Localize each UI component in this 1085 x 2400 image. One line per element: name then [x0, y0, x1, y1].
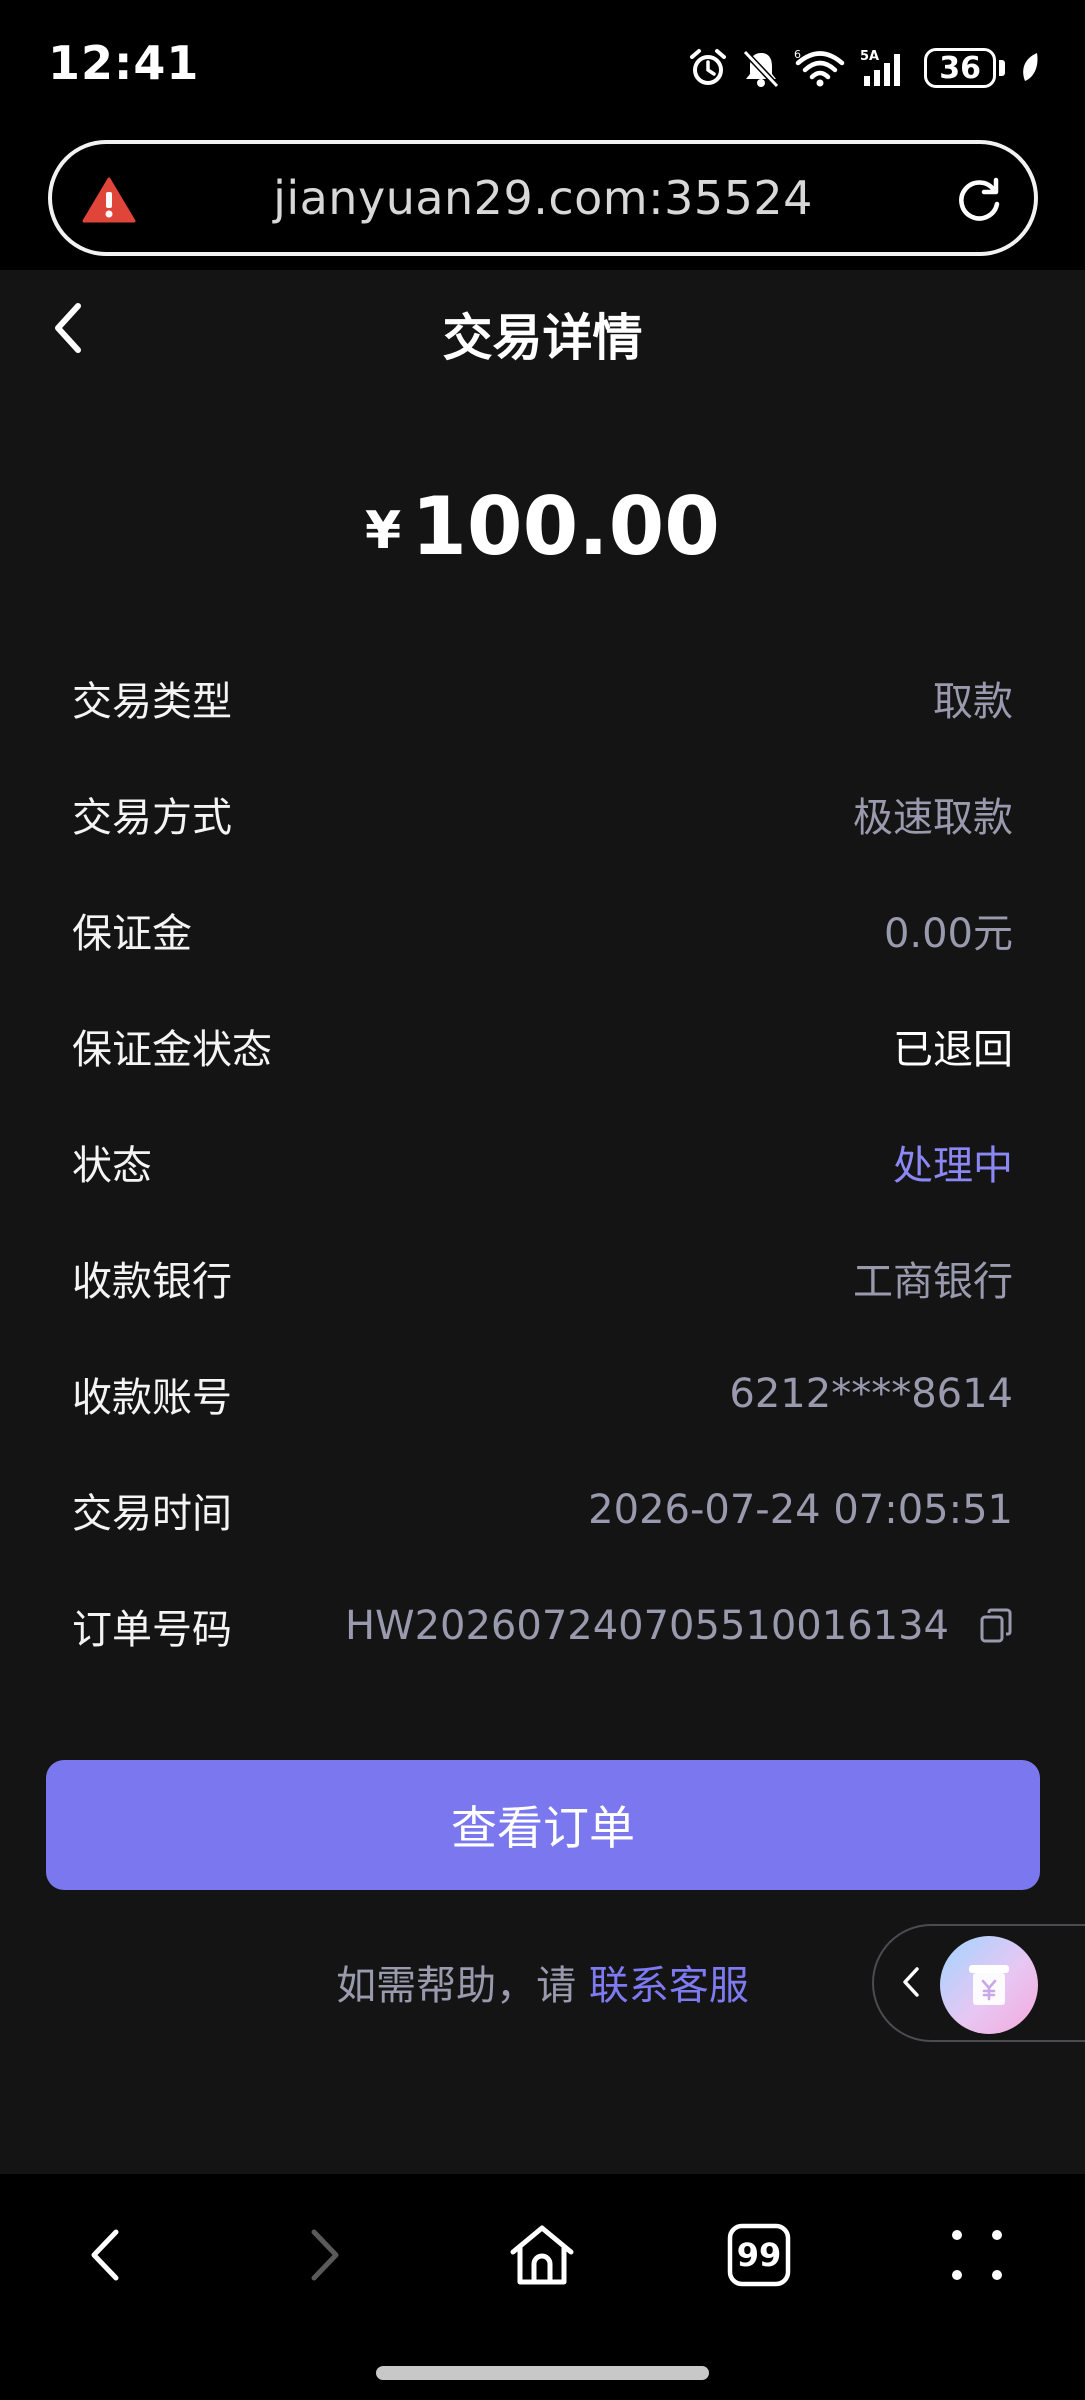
- detail-row-deposit: 保证金 0.00元: [72, 872, 1013, 988]
- menu-dots-icon: [952, 2230, 1002, 2280]
- bell-muted-icon: [743, 49, 780, 88]
- tab-count: 99: [736, 2236, 782, 2274]
- detail-row-type: 交易类型 取款: [72, 640, 1013, 756]
- copy-icon[interactable]: [979, 1608, 1013, 1644]
- detail-label: 保证金: [72, 911, 192, 957]
- order-number-value: HW202607240705510016134: [345, 1603, 1013, 1649]
- detail-value: 极速取款: [853, 795, 1013, 841]
- page-title: 交易详情: [442, 309, 643, 367]
- detail-value: 取款: [933, 679, 1013, 725]
- network-label: 5A: [860, 49, 879, 64]
- detail-label: 收款账号: [72, 1375, 232, 1421]
- status-bar: 12:41 6 5A 36: [0, 0, 1085, 130]
- warning-icon[interactable]: [82, 176, 136, 224]
- amount-display: ¥100.00: [0, 480, 1085, 573]
- home-indicator[interactable]: [376, 2366, 709, 2380]
- detail-label: 收款银行: [72, 1259, 232, 1305]
- contact-support-link[interactable]: 联系客服: [589, 1963, 749, 2009]
- home-icon: [510, 2225, 574, 2285]
- chevron-right-icon: [311, 2229, 339, 2281]
- detail-label: 状态: [72, 1143, 152, 1189]
- detail-row-status: 状态 处理中: [72, 1104, 1013, 1220]
- floating-wallet-widget[interactable]: [872, 1924, 1085, 2042]
- browser-home-button[interactable]: [497, 2210, 587, 2300]
- detail-value: 2026-07-24 07:05:51: [588, 1487, 1013, 1533]
- nav-header: 交易详情: [0, 270, 1085, 392]
- browser-back-button[interactable]: [60, 2210, 150, 2300]
- address-bar[interactable]: jianyuan29.com:35524: [48, 140, 1038, 256]
- chevron-left-icon[interactable]: [900, 1964, 922, 2000]
- battery-tip: [999, 60, 1005, 76]
- detail-value: 6212****8614: [729, 1371, 1013, 1417]
- amount-value: 100.00: [411, 480, 720, 573]
- detail-label: 保证金状态: [72, 1027, 272, 1073]
- battery-level: 36: [924, 48, 996, 88]
- leaf-icon: [1023, 53, 1038, 81]
- currency-symbol: ¥: [365, 501, 402, 561]
- detail-list: 交易类型 取款 交易方式 极速取款 保证金 0.00元 保证金状态 已退回 状态…: [72, 640, 1013, 1684]
- order-number-text: HW202607240705510016134: [344, 1603, 949, 1649]
- detail-label: 交易类型: [72, 679, 232, 725]
- status-badge: 处理中: [893, 1143, 1013, 1189]
- battery-indicator: 36: [924, 48, 1005, 88]
- transaction-detail-page: 交易详情 ¥100.00 交易类型 取款 交易方式 极速取款 保证金 0.00元…: [0, 270, 1085, 2174]
- detail-row-order-number: 订单号码 HW202607240705510016134: [72, 1568, 1013, 1684]
- screen: 12:41 6 5A 36 jianyuan29.com:35524 交易详情 …: [0, 0, 1085, 2400]
- detail-label: 订单号码: [72, 1607, 232, 1653]
- status-time: 12:41: [48, 36, 200, 90]
- detail-row-time: 交易时间 2026-07-24 07:05:51: [72, 1452, 1013, 1568]
- browser-menu-button[interactable]: [932, 2210, 1022, 2300]
- detail-value: 0.00元: [883, 911, 1013, 957]
- url-text[interactable]: jianyuan29.com:35524: [273, 171, 813, 225]
- detail-value: 工商银行: [853, 1259, 1013, 1305]
- detail-row-deposit-status: 保证金状态 已退回: [72, 988, 1013, 1104]
- cellular-signal-icon: 5A: [860, 49, 901, 86]
- detail-row-method: 交易方式 极速取款: [72, 756, 1013, 872]
- view-order-button[interactable]: 查看订单: [46, 1760, 1040, 1890]
- browser-forward-button[interactable]: [280, 2210, 370, 2300]
- status-icons: 6 5A 36: [688, 40, 1041, 96]
- wifi-label: 6: [794, 48, 801, 61]
- browser-toolbar: 99: [0, 2174, 1085, 2400]
- detail-row-bank: 收款银行 工商银行: [72, 1220, 1013, 1336]
- wifi-icon: 6: [794, 48, 845, 87]
- detail-row-account: 收款账号 6212****8614: [72, 1336, 1013, 1452]
- wallet-icon[interactable]: [940, 1936, 1038, 2034]
- reload-icon[interactable]: [954, 176, 1004, 226]
- help-prefix: 如需帮助，请: [336, 1963, 589, 2009]
- detail-label: 交易时间: [72, 1491, 232, 1537]
- alarm-icon: [690, 49, 727, 85]
- browser-tabs-button[interactable]: 99: [714, 2210, 804, 2300]
- chevron-left-icon: [91, 2229, 119, 2281]
- detail-value: 已退回: [893, 1027, 1013, 1073]
- detail-label: 交易方式: [72, 795, 232, 841]
